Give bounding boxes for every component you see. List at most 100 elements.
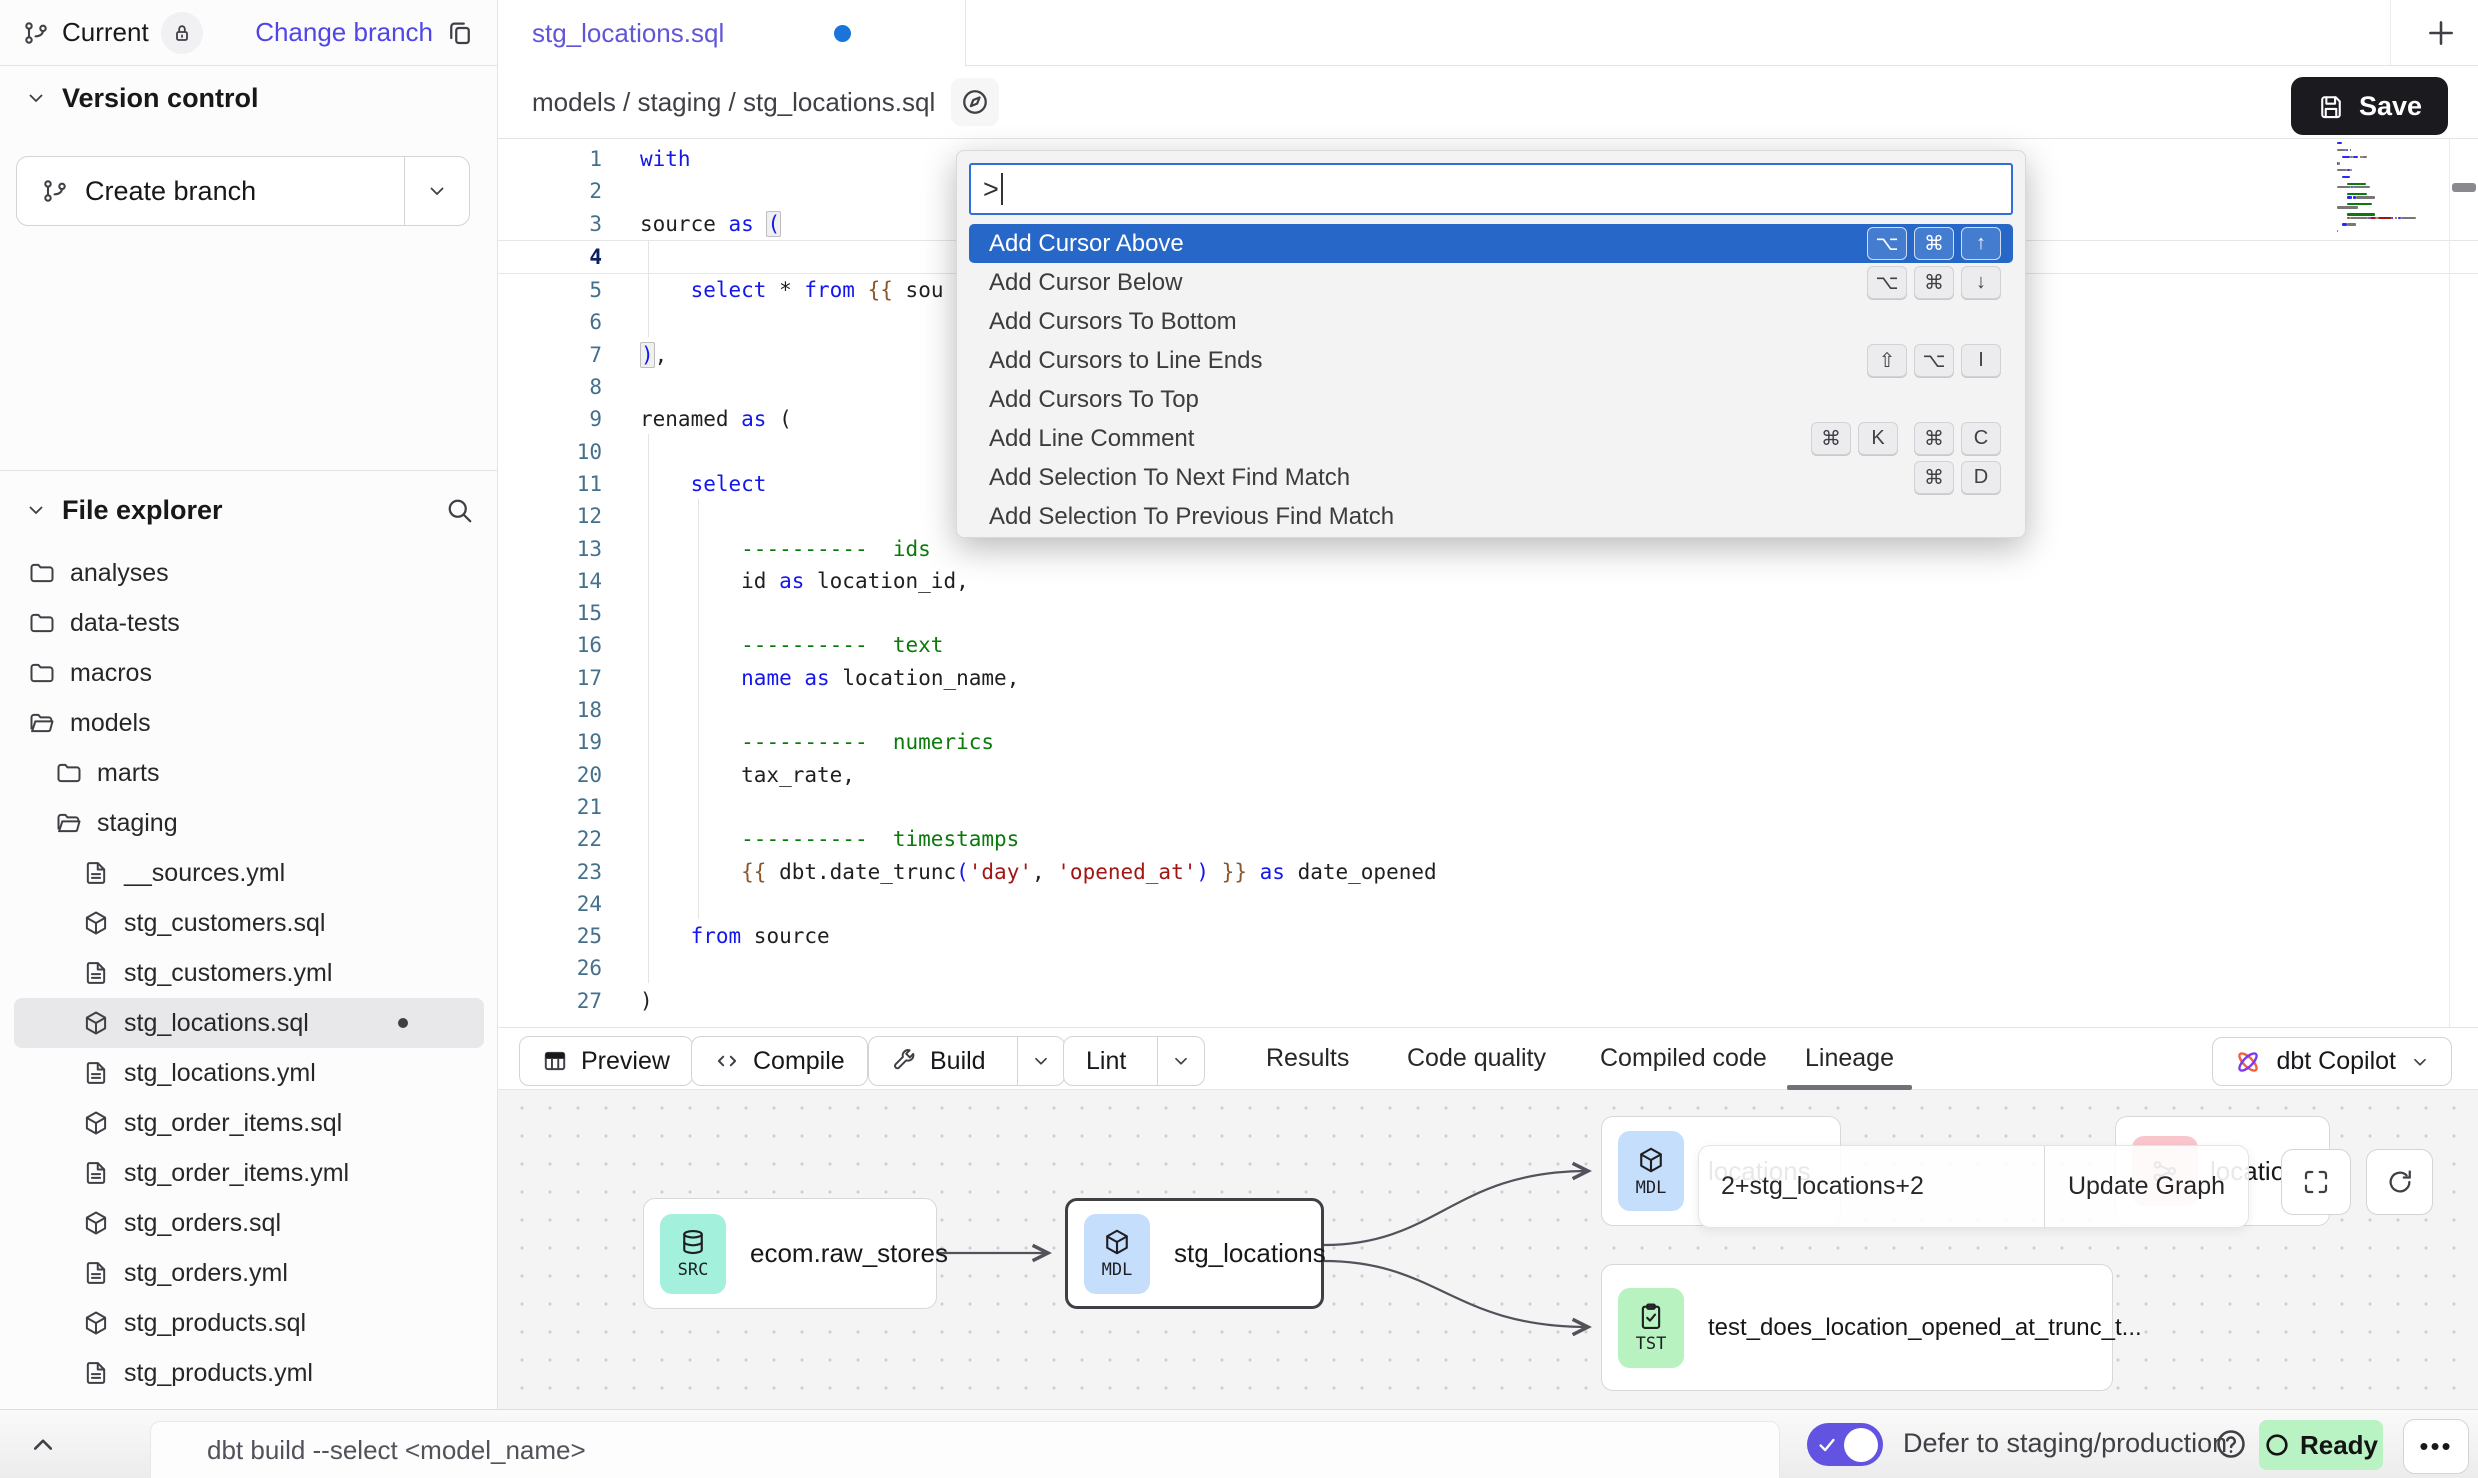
scrollbar-thumb[interactable]	[2452, 183, 2476, 192]
file-item-stg_order_items.yml[interactable]: stg_order_items.yml	[14, 1148, 484, 1198]
update-graph-button[interactable]: Update Graph	[2045, 1172, 2248, 1201]
tab-results[interactable]: Results	[1248, 1028, 1367, 1089]
tab-compiled-code[interactable]: Compiled code	[1582, 1028, 1785, 1089]
version-control-header[interactable]: Version control	[0, 66, 497, 130]
create-branch-button[interactable]: Create branch	[16, 156, 470, 226]
collapse-panel-chevron[interactable]	[26, 1428, 60, 1462]
file-name: models	[70, 709, 151, 738]
file-item-__sources.yml[interactable]: __sources.yml	[14, 848, 484, 898]
fullscreen-button[interactable]	[2281, 1149, 2351, 1215]
file-item-analyses[interactable]: analyses	[14, 548, 484, 598]
change-branch-link[interactable]: Change branch	[255, 17, 433, 48]
preview-button[interactable]: Preview	[519, 1036, 693, 1086]
command-item[interactable]: Add Cursors To Top	[969, 380, 2013, 419]
save-button[interactable]: Save	[2291, 77, 2448, 135]
code-line-24[interactable]: 24	[498, 888, 2478, 920]
file-explorer-header[interactable]: File explorer	[0, 478, 498, 542]
bottom-toolbar: Preview Compile Build Lint Results Code …	[498, 1027, 2478, 1090]
code-line-16[interactable]: 16 ---------- text	[498, 629, 2478, 661]
node-ecom-raw-stores[interactable]: SRC ecom.raw_stores	[643, 1198, 937, 1309]
node-stg-locations[interactable]: MDL stg_locations	[1065, 1198, 1324, 1309]
lineage-selector-input[interactable]: 2+stg_locations+2	[1699, 1172, 2044, 1201]
line-number: 17	[498, 662, 602, 694]
git-branch-icon	[22, 19, 50, 47]
search-icon[interactable]	[444, 495, 474, 525]
code-line-18[interactable]: 18	[498, 694, 2478, 726]
tab-stg-locations-sql[interactable]: stg_locations.sql	[498, 0, 966, 66]
help-icon[interactable]	[2214, 1427, 2248, 1461]
defer-toggle[interactable]	[1807, 1423, 1883, 1466]
line-number: 18	[498, 694, 602, 726]
file-item-stg_customers.yml[interactable]: stg_customers.yml	[14, 948, 484, 998]
git-branch-icon	[41, 177, 69, 205]
file-item-stg_orders.yml[interactable]: stg_orders.yml	[14, 1248, 484, 1298]
code-line-25[interactable]: 25 from source	[498, 920, 2478, 952]
new-tab-button[interactable]	[2424, 16, 2458, 50]
compass-icon	[960, 87, 990, 117]
tab-code-quality[interactable]: Code quality	[1389, 1028, 1564, 1089]
line-number: 15	[498, 597, 602, 629]
file-item-stg_products.sql[interactable]: stg_products.sql	[14, 1298, 484, 1348]
cube-icon	[82, 1009, 110, 1037]
minimap[interactable]	[2337, 142, 2445, 234]
line-number: 11	[498, 468, 602, 500]
code-line-19[interactable]: 19 ---------- numerics	[498, 726, 2478, 758]
lineage-canvas[interactable]: SRC ecom.raw_stores MDL stg_locations MD…	[498, 1090, 2478, 1409]
command-palette-input[interactable]: >	[969, 163, 2013, 215]
status-circle-icon	[2264, 1432, 2290, 1458]
node-label: ecom.raw_stores	[750, 1238, 948, 1269]
file-item-stg_locations.sql[interactable]: stg_locations.sql	[14, 998, 484, 1048]
command-item[interactable]: Add Selection To Previous Find Match	[969, 497, 2013, 536]
dbt-copilot-button[interactable]: dbt Copilot	[2212, 1037, 2452, 1086]
clipboard-check-icon	[1636, 1301, 1666, 1331]
file-item-stg_products.yml[interactable]: stg_products.yml	[14, 1348, 484, 1398]
file-name: macros	[70, 659, 152, 688]
code-line-22[interactable]: 22 ---------- timestamps	[498, 823, 2478, 855]
command-item[interactable]: Add Cursor Above⌥⌘↑	[969, 224, 2013, 263]
build-dropdown[interactable]	[1017, 1037, 1064, 1085]
file-item-macros[interactable]: macros	[14, 648, 484, 698]
file-item-models[interactable]: models	[14, 698, 484, 748]
code-line-27[interactable]: 27)	[498, 985, 2478, 1017]
command-input-panel[interactable]: dbt build --select <model_name>	[150, 1421, 1780, 1478]
file-item-marts[interactable]: marts	[14, 748, 484, 798]
go-to-definition-button[interactable]	[951, 78, 999, 126]
command-item[interactable]: Add Line Comment⌘K⌘C	[969, 419, 2013, 458]
build-button[interactable]: Build	[868, 1036, 1065, 1086]
compile-button[interactable]: Compile	[691, 1036, 868, 1086]
file-item-staging[interactable]: staging	[14, 798, 484, 848]
code-line-23[interactable]: 23 {{ dbt.date_trunc('day', 'opened_at')…	[498, 856, 2478, 888]
code-line-15[interactable]: 15	[498, 597, 2478, 629]
code-line-20[interactable]: 20 tax_rate,	[498, 759, 2478, 791]
file-name: stg_orders.sql	[124, 1209, 281, 1238]
command-item[interactable]: Add Cursors To Bottom	[969, 302, 2013, 341]
code-line-21[interactable]: 21	[498, 791, 2478, 823]
node-test[interactable]: TST test_does_location_opened_at_trunc_t…	[1601, 1264, 2113, 1391]
ide-status-badge[interactable]: Ready	[2259, 1420, 2383, 1470]
lineage-search-bar: 2+stg_locations+2 Update Graph	[1698, 1145, 2249, 1228]
cube-icon	[82, 909, 110, 937]
lint-dropdown[interactable]	[1157, 1037, 1204, 1085]
command-item[interactable]: Add Cursors to Line Ends⇧⌥I	[969, 341, 2013, 380]
refresh-graph-button[interactable]	[2366, 1149, 2433, 1215]
code-line-26[interactable]: 26	[498, 952, 2478, 984]
more-options-button[interactable]: •••	[2403, 1419, 2469, 1474]
file-item-stg_orders.sql[interactable]: stg_orders.sql	[14, 1198, 484, 1248]
file-item-stg_customers.sql[interactable]: stg_customers.sql	[14, 898, 484, 948]
copy-icon[interactable]	[445, 18, 475, 48]
line-number: 26	[498, 952, 602, 984]
line-number: 16	[498, 629, 602, 661]
file-item-stg_order_items.sql[interactable]: stg_order_items.sql	[14, 1098, 484, 1148]
tab-lineage[interactable]: Lineage	[1787, 1028, 1912, 1089]
file-icon	[82, 1359, 110, 1387]
file-item-data-tests[interactable]: data-tests	[14, 598, 484, 648]
create-branch-dropdown[interactable]	[404, 157, 469, 225]
code-line-17[interactable]: 17 name as location_name,	[498, 662, 2478, 694]
code-line-14[interactable]: 14 id as location_id,	[498, 565, 2478, 597]
command-item[interactable]: Add Selection To Next Find Match⌘D	[969, 458, 2013, 497]
table-icon	[542, 1048, 568, 1074]
file-item-stg_locations.yml[interactable]: stg_locations.yml	[14, 1048, 484, 1098]
command-item[interactable]: Add Cursor Below⌥⌘↓	[969, 263, 2013, 302]
lint-button[interactable]: Lint	[1063, 1036, 1205, 1086]
file-name: marts	[97, 759, 160, 788]
